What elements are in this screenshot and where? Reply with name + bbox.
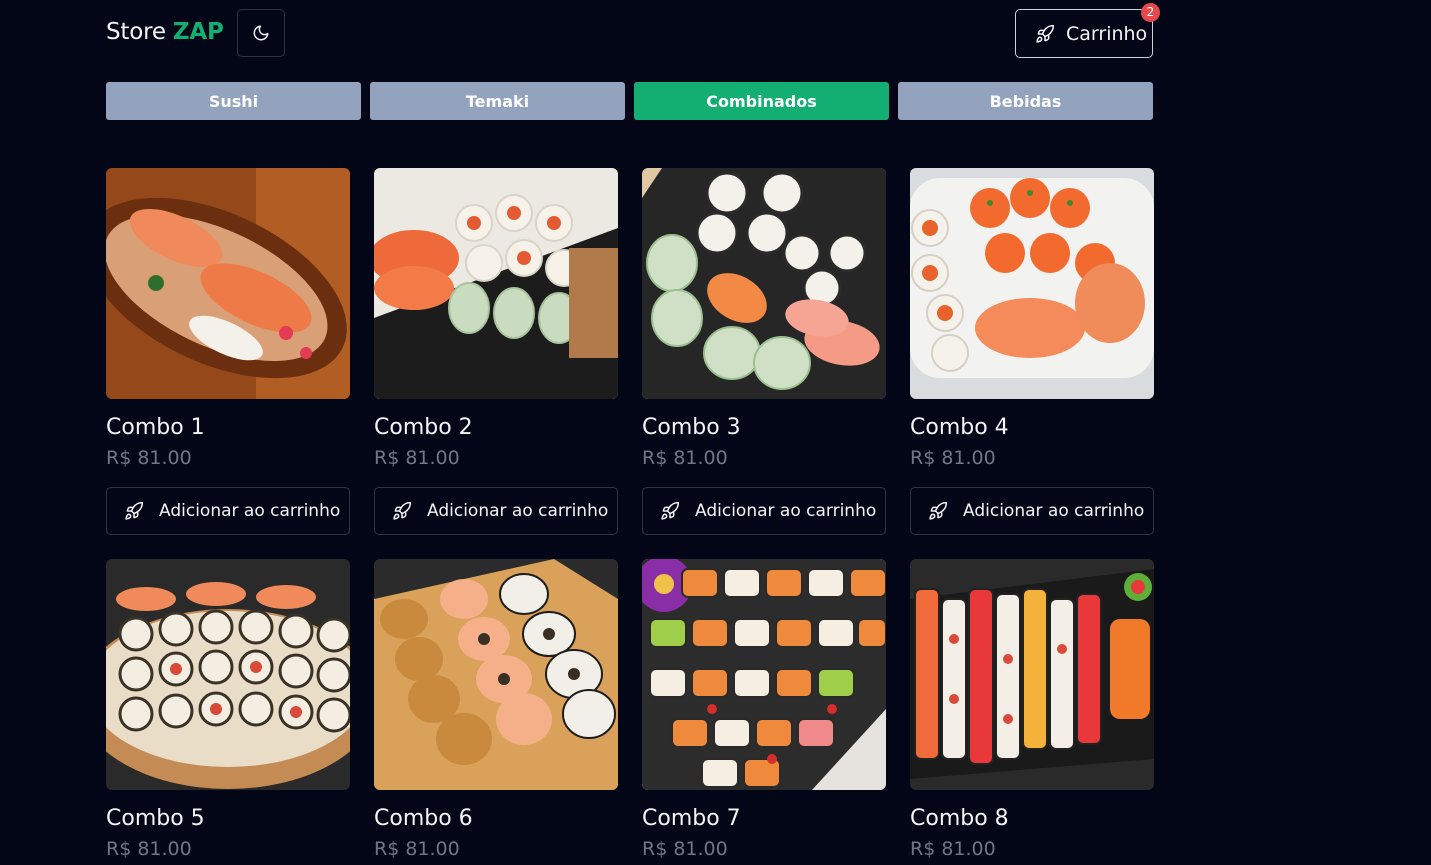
add-to-cart-button[interactable]: Adicionar ao carrinho bbox=[642, 487, 886, 535]
product-title: Combo 8 bbox=[910, 806, 1009, 831]
tab-combinados[interactable]: Combinados bbox=[634, 82, 889, 120]
product-image bbox=[106, 168, 350, 399]
add-to-cart-label: Adicionar ao carrinho bbox=[695, 501, 877, 521]
cart-button[interactable]: Carrinho 2 bbox=[1015, 3, 1160, 58]
product-card: Combo 7 R$ 81.00 bbox=[642, 559, 886, 864]
header: Store ZAP Carrinho 2 bbox=[106, 3, 1160, 58]
brand-accent: ZAP bbox=[172, 19, 224, 45]
product-price: R$ 81.00 bbox=[642, 838, 728, 860]
add-to-cart-label: Adicionar ao carrinho bbox=[159, 501, 341, 521]
brand-name: Store bbox=[106, 19, 166, 45]
cart-label: Carrinho bbox=[1066, 22, 1148, 45]
product-price: R$ 81.00 bbox=[106, 838, 192, 860]
tab-bebidas[interactable]: Bebidas bbox=[898, 82, 1153, 120]
cart-count-badge: 2 bbox=[1141, 3, 1160, 22]
product-title: Combo 5 bbox=[106, 806, 205, 831]
add-to-cart-button[interactable]: Adicionar ao carrinho bbox=[374, 487, 618, 535]
product-grid: Combo 1 R$ 81.00 Adicionar ao carrinho C… bbox=[106, 168, 1154, 864]
product-title: Combo 6 bbox=[374, 806, 473, 831]
add-to-cart-button[interactable]: Adicionar ao carrinho bbox=[106, 487, 350, 535]
store-logo[interactable]: Store ZAP bbox=[106, 19, 224, 45]
product-card: Combo 6 R$ 81.00 bbox=[374, 559, 618, 864]
rocket-icon bbox=[929, 501, 948, 520]
tab-sushi[interactable]: Sushi bbox=[106, 82, 361, 120]
product-card: Combo 3 R$ 81.00 Adicionar ao carrinho bbox=[642, 168, 886, 535]
tab-temaki[interactable]: Temaki bbox=[370, 82, 625, 120]
add-to-cart-label: Adicionar ao carrinho bbox=[963, 501, 1145, 521]
product-title: Combo 1 bbox=[106, 415, 205, 440]
product-image bbox=[642, 168, 886, 399]
product-price: R$ 81.00 bbox=[910, 447, 996, 469]
product-price: R$ 81.00 bbox=[642, 447, 728, 469]
product-image bbox=[642, 559, 886, 790]
product-image bbox=[106, 559, 350, 790]
rocket-icon bbox=[393, 501, 412, 520]
product-price: R$ 81.00 bbox=[910, 838, 996, 860]
moon-icon bbox=[253, 25, 269, 41]
theme-toggle-button[interactable] bbox=[237, 9, 285, 57]
add-to-cart-button[interactable]: Adicionar ao carrinho bbox=[910, 487, 1154, 535]
rocket-icon bbox=[1036, 24, 1055, 43]
product-price: R$ 81.00 bbox=[106, 447, 192, 469]
product-image bbox=[374, 168, 618, 399]
product-card: Combo 2 R$ 81.00 Adicionar ao carrinho bbox=[374, 168, 618, 535]
product-title: Combo 2 bbox=[374, 415, 473, 440]
rocket-icon bbox=[661, 501, 680, 520]
product-image bbox=[910, 559, 1154, 790]
product-title: Combo 4 bbox=[910, 415, 1009, 440]
product-card: Combo 5 R$ 81.00 bbox=[106, 559, 350, 864]
product-price: R$ 81.00 bbox=[374, 838, 460, 860]
product-price: R$ 81.00 bbox=[374, 447, 460, 469]
category-tabs: Sushi Temaki Combinados Bebidas bbox=[106, 82, 1153, 120]
product-image bbox=[910, 168, 1154, 399]
product-card: Combo 1 R$ 81.00 Adicionar ao carrinho bbox=[106, 168, 350, 535]
product-card: Combo 8 R$ 81.00 bbox=[910, 559, 1154, 864]
product-image bbox=[374, 559, 618, 790]
rocket-icon bbox=[125, 501, 144, 520]
product-card: Combo 4 R$ 81.00 Adicionar ao carrinho bbox=[910, 168, 1154, 535]
add-to-cart-label: Adicionar ao carrinho bbox=[427, 501, 609, 521]
product-title: Combo 7 bbox=[642, 806, 741, 831]
product-title: Combo 3 bbox=[642, 415, 741, 440]
